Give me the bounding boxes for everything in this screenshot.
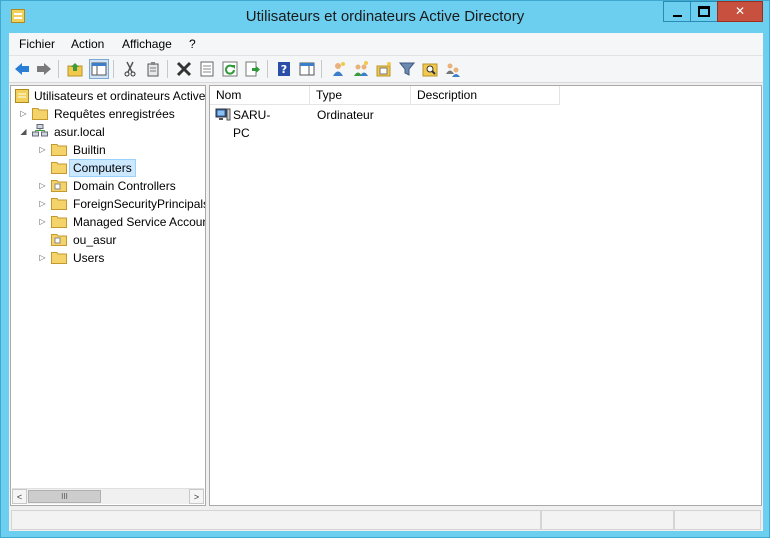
folder-icon [51,144,67,156]
minimize-button[interactable] [663,1,691,22]
up-button[interactable] [65,59,85,79]
filter-icon [399,62,415,76]
ou-folder-icon [51,180,67,192]
folder-icon [51,198,67,210]
domain-icon [32,124,48,137]
window-title: Utilisateurs et ordinateurs Active Direc… [245,8,525,25]
cut-icon [124,61,136,77]
add-to-group-button[interactable] [443,59,463,79]
expander-icon[interactable]: ▷ [19,105,28,123]
find-button[interactable] [420,59,440,79]
folder-icon [51,252,67,264]
new-ou-button[interactable] [374,59,394,79]
toolbar: ? [9,56,763,83]
menu-action[interactable]: Action [71,37,104,51]
tree-item-label: Requêtes enregistrées [54,107,175,121]
details-list: Nom Type Description SARU-PC Ordinateur [209,85,762,506]
menu-help[interactable]: ? [189,37,196,51]
svg-text:?: ? [281,63,287,76]
show-tree-button[interactable] [89,59,109,79]
new-user-icon [333,62,345,76]
paste-icon [147,62,159,77]
expander-icon[interactable]: ▷ [38,195,47,213]
tree-item-label: Users [73,251,105,265]
status-segment [541,510,674,530]
app-window: Utilisateurs et ordinateurs Active Direc… [0,0,770,538]
menu-bar: Fichier Action Affichage ? [9,33,763,56]
ad-snapin-icon [15,89,29,103]
status-segment [11,510,541,530]
tree-item-label: ForeignSecurityPrincipals [73,197,206,211]
close-button[interactable]: ✕ [717,1,763,22]
add-to-group-icon [446,63,460,77]
back-arrow-icon [15,63,29,75]
tree-item-label-selected: Computers [69,159,136,177]
export-button[interactable] [243,59,263,79]
folder-icon [51,162,67,174]
folder-icon [32,108,48,120]
scroll-left-button[interactable]: < [12,489,27,504]
tree-item-label: Domain Controllers [73,179,176,193]
tree-item-label: ou_asur [73,233,117,247]
menu-fichier[interactable]: Fichier [19,37,55,51]
expander-icon[interactable]: ◢ [19,123,28,141]
expander-icon[interactable]: ▷ [38,141,47,159]
computer-name: SARU-PC [233,108,271,140]
column-header-description[interactable]: Description [411,86,560,105]
tree-root-label: Utilisateurs et ordinateurs Active Direc… [34,89,206,103]
maximize-icon [698,6,710,17]
new-ou-icon [376,62,391,77]
tree-item-label: Builtin [73,143,106,157]
client-area: Fichier Action Affichage ? ? Utilisateur… [9,33,763,531]
expander-icon[interactable]: ▷ [38,249,47,267]
status-bar [9,509,763,531]
properties-icon [200,61,214,77]
folder-icon [51,216,67,228]
computer-icon [215,108,231,121]
scroll-right-button[interactable]: > [189,489,204,504]
horizontal-scrollbar[interactable]: < III > [12,488,204,504]
new-group-icon [354,61,368,76]
filter-button[interactable] [397,59,417,79]
forward-arrow-icon [37,63,51,75]
console-tree-icon [91,62,107,76]
properties-button[interactable] [197,59,217,79]
expander-icon [38,159,47,177]
title-bar[interactable]: Utilisateurs et ordinateurs Active Direc… [1,1,769,33]
minimize-icon [672,14,682,17]
menu-affichage[interactable]: Affichage [122,37,172,51]
column-header-nom[interactable]: Nom [210,86,310,105]
expander-icon[interactable]: ▷ [38,177,47,195]
expander-icon [38,231,47,249]
tree-item-label: asur.local [54,125,105,139]
up-folder-icon [67,63,83,77]
forward-button[interactable] [34,59,54,79]
status-segment [674,510,761,530]
back-button[interactable] [12,59,32,79]
help-icon: ? [278,62,290,76]
expander-icon[interactable]: ▷ [38,213,47,231]
delete-button[interactable] [174,59,194,79]
ou-folder-icon [51,234,67,246]
export-list-icon [245,61,260,77]
refresh-button[interactable] [220,59,240,79]
new-user-button[interactable] [328,59,348,79]
column-header-type[interactable]: Type [310,86,411,105]
scroll-thumb[interactable]: III [28,490,101,503]
paste-button[interactable] [143,59,163,79]
tree-item-label: Managed Service Accounts [73,215,206,229]
action-pane-icon [299,62,315,76]
computer-type: Ordinateur [317,108,374,122]
action-pane-button[interactable] [297,59,317,79]
console-tree: Utilisateurs et ordinateurs Active Direc… [10,85,206,506]
new-group-button[interactable] [351,59,371,79]
maximize-button[interactable] [690,1,718,22]
cut-button[interactable] [120,59,140,79]
refresh-icon [222,61,238,77]
find-icon [422,63,438,77]
delete-icon [176,61,192,77]
help-button[interactable]: ? [274,59,294,79]
